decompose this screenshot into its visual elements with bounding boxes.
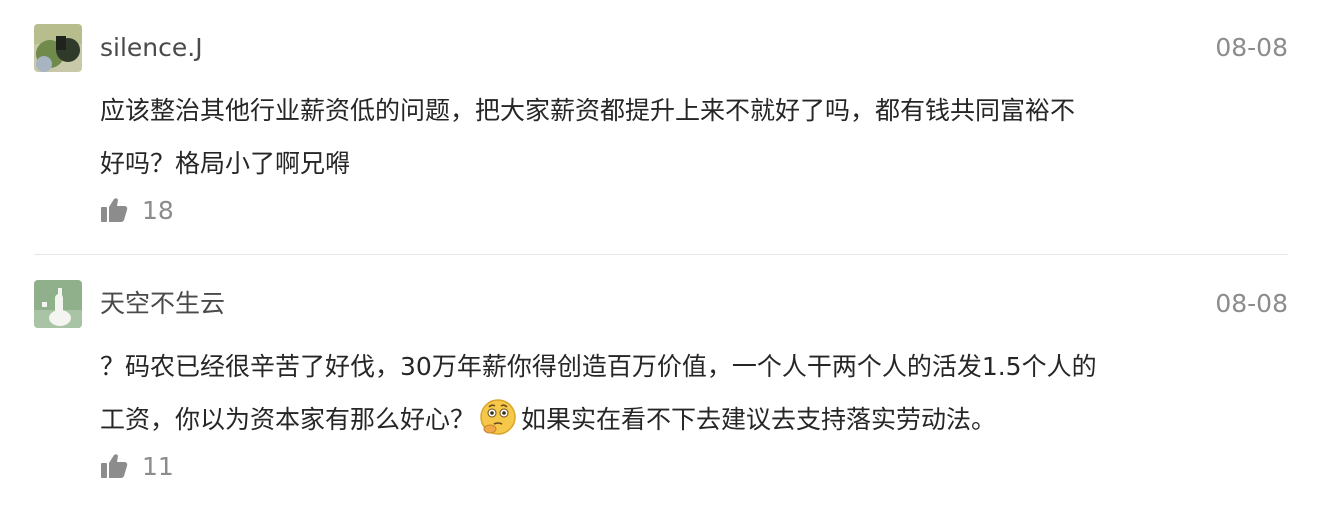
like-button[interactable]: 11 [100, 448, 174, 484]
comment-date: 08-08 [1215, 33, 1288, 62]
avatar[interactable] [34, 280, 82, 328]
comment-content: 应该整治其他行业薪资低的问题，把大家薪资都提升上来不就好了吗，都有钱共同富裕不 … [100, 84, 1290, 190]
like-count: 18 [142, 195, 174, 225]
avatar[interactable] [34, 24, 82, 72]
username[interactable]: 天空不生云 [100, 286, 225, 322]
comment-text-segment: 工资，你以为资本家有那么好心？ [100, 405, 476, 434]
comment-text-line: 应该整治其他行业薪资低的问题，把大家薪资都提升上来不就好了吗，都有钱共同富裕不 [100, 96, 1076, 125]
thumbs-up-icon [100, 453, 128, 479]
like-count: 11 [142, 451, 174, 481]
comment-text-segment: 如果实在看不下去建议去支持落实劳动法。 [521, 405, 997, 434]
divider [34, 254, 1288, 255]
username[interactable]: silence.J [100, 30, 203, 66]
thinking-face-emoji [478, 397, 518, 437]
comment-content: ？码农已经很辛苦了好伐，30万年薪你得创造百万价值，一个人干两个人的活发1.5个… [100, 340, 1290, 446]
comment-item: 天空不生云 08-08 ？码农已经很辛苦了好伐，30万年薪你得创造百万价值，一个… [0, 256, 1322, 508]
comment-date: 08-08 [1215, 289, 1288, 318]
comment-text-line: 好吗？格局小了啊兄嘚 [100, 149, 351, 178]
comment-text-line: 工资，你以为资本家有那么好心？ 如果实在看不下去建议去支持落实劳动法。 [100, 393, 1290, 446]
like-button[interactable]: 18 [100, 192, 174, 228]
comment-text-line: ？码农已经很辛苦了好伐，30万年薪你得创造百万价值，一个人干两个人的活发1.5个… [100, 352, 1097, 381]
thumbs-up-icon [100, 197, 128, 223]
comment-item: silence.J 08-08 应该整治其他行业薪资低的问题，把大家薪资都提升上… [0, 0, 1322, 254]
